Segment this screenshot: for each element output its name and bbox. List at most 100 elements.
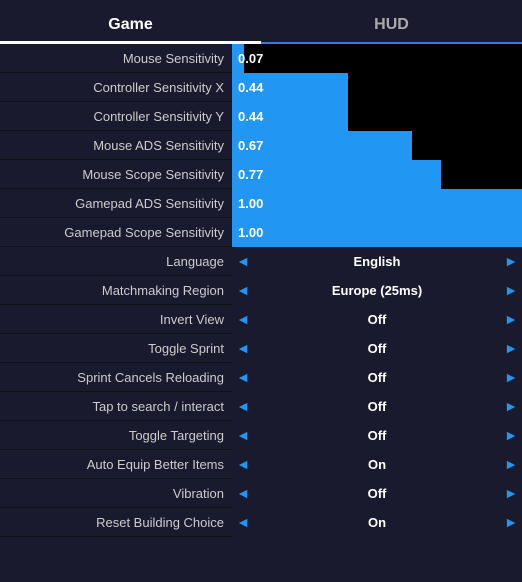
selector-value-toggle-targeting: Off	[252, 428, 502, 443]
slider-controller-sensitivity-y[interactable]: 0.44	[232, 102, 522, 131]
selector-value-language: English	[252, 254, 502, 269]
setting-row-vibration: Vibration◄Off►	[0, 479, 522, 508]
tab-game[interactable]: Game	[0, 8, 261, 42]
setting-row-mouse-sensitivity: Mouse Sensitivity0.07	[0, 44, 522, 73]
setting-row-controller-sensitivity-x: Controller Sensitivity X 0.44	[0, 73, 522, 102]
slider-fill-controller-sensitivity-x: 0.44	[232, 73, 348, 102]
selector-invert-view[interactable]: ◄Off►	[232, 305, 522, 334]
selector-reset-building-choice[interactable]: ◄On►	[232, 508, 522, 537]
arrow-right-matchmaking-region[interactable]: ►	[502, 282, 520, 298]
setting-row-controller-sensitivity-y: Controller Sensitivity Y 0.44	[0, 102, 522, 131]
control-toggle-targeting[interactable]: ◄Off►	[232, 421, 522, 449]
setting-row-toggle-targeting: Toggle Targeting◄Off►	[0, 421, 522, 450]
slider-value-controller-sensitivity-y: 0.44	[238, 109, 263, 124]
selector-sprint-cancels-reloading[interactable]: ◄Off►	[232, 363, 522, 392]
arrow-right-toggle-sprint[interactable]: ►	[502, 340, 520, 356]
label-mouse-scope-sensitivity: Mouse Scope Sensitivity	[0, 167, 232, 182]
slider-value-controller-sensitivity-x: 0.44	[238, 80, 263, 95]
label-invert-view: Invert View	[0, 312, 232, 327]
control-invert-view[interactable]: ◄Off►	[232, 305, 522, 333]
label-matchmaking-region: Matchmaking Region	[0, 283, 232, 298]
arrow-right-invert-view[interactable]: ►	[502, 311, 520, 327]
selector-value-vibration: Off	[252, 486, 502, 501]
arrow-right-reset-building-choice[interactable]: ►	[502, 514, 520, 530]
setting-row-mouse-scope-sensitivity: Mouse Scope Sensitivity 0.77	[0, 160, 522, 189]
slider-fill-controller-sensitivity-y: 0.44	[232, 102, 348, 131]
label-tap-to-search: Tap to search / interact	[0, 399, 232, 414]
selector-language[interactable]: ◄English►	[232, 247, 522, 276]
slider-fill-gamepad-ads-sensitivity: 1.00	[232, 189, 522, 218]
selector-auto-equip-better-items[interactable]: ◄On►	[232, 450, 522, 479]
tab-hud[interactable]: HUD	[261, 8, 522, 42]
tabs-bar: Game HUD	[0, 0, 522, 44]
arrow-left-reset-building-choice[interactable]: ◄	[234, 514, 252, 530]
label-toggle-sprint: Toggle Sprint	[0, 341, 232, 356]
arrow-left-vibration[interactable]: ◄	[234, 485, 252, 501]
control-vibration[interactable]: ◄Off►	[232, 479, 522, 507]
arrow-right-vibration[interactable]: ►	[502, 485, 520, 501]
control-auto-equip-better-items[interactable]: ◄On►	[232, 450, 522, 478]
arrow-left-invert-view[interactable]: ◄	[234, 311, 252, 327]
arrow-right-sprint-cancels-reloading[interactable]: ►	[502, 369, 520, 385]
arrow-right-tap-to-search[interactable]: ►	[502, 398, 520, 414]
control-controller-sensitivity-x[interactable]: 0.44	[232, 73, 522, 101]
arrow-right-language[interactable]: ►	[502, 253, 520, 269]
control-matchmaking-region[interactable]: ◄Europe (25ms)►	[232, 276, 522, 304]
selector-toggle-targeting[interactable]: ◄Off►	[232, 421, 522, 450]
slider-mouse-sensitivity[interactable]: 0.07	[232, 44, 522, 73]
label-gamepad-scope-sensitivity: Gamepad Scope Sensitivity	[0, 225, 232, 240]
slider-value-mouse-sensitivity: 0.07	[238, 51, 263, 66]
slider-gamepad-scope-sensitivity[interactable]: 1.00	[232, 218, 522, 247]
slider-mouse-scope-sensitivity[interactable]: 0.77	[232, 160, 522, 189]
label-auto-equip-better-items: Auto Equip Better Items	[0, 457, 232, 472]
arrow-left-sprint-cancels-reloading[interactable]: ◄	[234, 369, 252, 385]
arrow-right-auto-equip-better-items[interactable]: ►	[502, 456, 520, 472]
label-mouse-sensitivity: Mouse Sensitivity	[0, 51, 232, 66]
control-mouse-ads-sensitivity[interactable]: 0.67	[232, 131, 522, 159]
setting-row-toggle-sprint: Toggle Sprint◄Off►	[0, 334, 522, 363]
control-reset-building-choice[interactable]: ◄On►	[232, 508, 522, 536]
arrow-left-tap-to-search[interactable]: ◄	[234, 398, 252, 414]
control-mouse-scope-sensitivity[interactable]: 0.77	[232, 160, 522, 188]
selector-value-toggle-sprint: Off	[252, 341, 502, 356]
slider-fill-mouse-ads-sensitivity: 0.67	[232, 131, 412, 160]
selector-matchmaking-region[interactable]: ◄Europe (25ms)►	[232, 276, 522, 305]
control-gamepad-scope-sensitivity[interactable]: 1.00	[232, 218, 522, 246]
control-tap-to-search[interactable]: ◄Off►	[232, 392, 522, 420]
control-toggle-sprint[interactable]: ◄Off►	[232, 334, 522, 362]
control-controller-sensitivity-y[interactable]: 0.44	[232, 102, 522, 130]
slider-fill-mouse-sensitivity: 0.07	[232, 44, 244, 73]
selector-toggle-sprint[interactable]: ◄Off►	[232, 334, 522, 363]
selector-value-reset-building-choice: On	[252, 515, 502, 530]
arrow-left-toggle-targeting[interactable]: ◄	[234, 427, 252, 443]
arrow-right-toggle-targeting[interactable]: ►	[502, 427, 520, 443]
selector-vibration[interactable]: ◄Off►	[232, 479, 522, 508]
label-language: Language	[0, 254, 232, 269]
control-gamepad-ads-sensitivity[interactable]: 1.00	[232, 189, 522, 217]
label-controller-sensitivity-x: Controller Sensitivity X	[0, 80, 232, 95]
slider-controller-sensitivity-x[interactable]: 0.44	[232, 73, 522, 102]
slider-fill-gamepad-scope-sensitivity: 1.00	[232, 218, 522, 247]
label-mouse-ads-sensitivity: Mouse ADS Sensitivity	[0, 138, 232, 153]
slider-value-mouse-ads-sensitivity: 0.67	[238, 138, 263, 153]
setting-row-language: Language◄English►	[0, 247, 522, 276]
control-sprint-cancels-reloading[interactable]: ◄Off►	[232, 363, 522, 391]
arrow-left-matchmaking-region[interactable]: ◄	[234, 282, 252, 298]
selector-value-auto-equip-better-items: On	[252, 457, 502, 472]
slider-value-mouse-scope-sensitivity: 0.77	[238, 167, 263, 182]
settings-list: Mouse Sensitivity0.07Controller Sensitiv…	[0, 44, 522, 582]
arrow-left-language[interactable]: ◄	[234, 253, 252, 269]
arrow-left-auto-equip-better-items[interactable]: ◄	[234, 456, 252, 472]
selector-value-matchmaking-region: Europe (25ms)	[252, 283, 502, 298]
arrow-left-toggle-sprint[interactable]: ◄	[234, 340, 252, 356]
slider-mouse-ads-sensitivity[interactable]: 0.67	[232, 131, 522, 160]
slider-fill-mouse-scope-sensitivity: 0.77	[232, 160, 441, 189]
control-language[interactable]: ◄English►	[232, 247, 522, 275]
label-controller-sensitivity-y: Controller Sensitivity Y	[0, 109, 232, 124]
slider-gamepad-ads-sensitivity[interactable]: 1.00	[232, 189, 522, 218]
setting-row-mouse-ads-sensitivity: Mouse ADS Sensitivity 0.67	[0, 131, 522, 160]
control-mouse-sensitivity[interactable]: 0.07	[232, 44, 522, 72]
selector-tap-to-search[interactable]: ◄Off►	[232, 392, 522, 421]
setting-row-gamepad-scope-sensitivity: Gamepad Scope Sensitivity1.00	[0, 218, 522, 247]
label-reset-building-choice: Reset Building Choice	[0, 515, 232, 530]
